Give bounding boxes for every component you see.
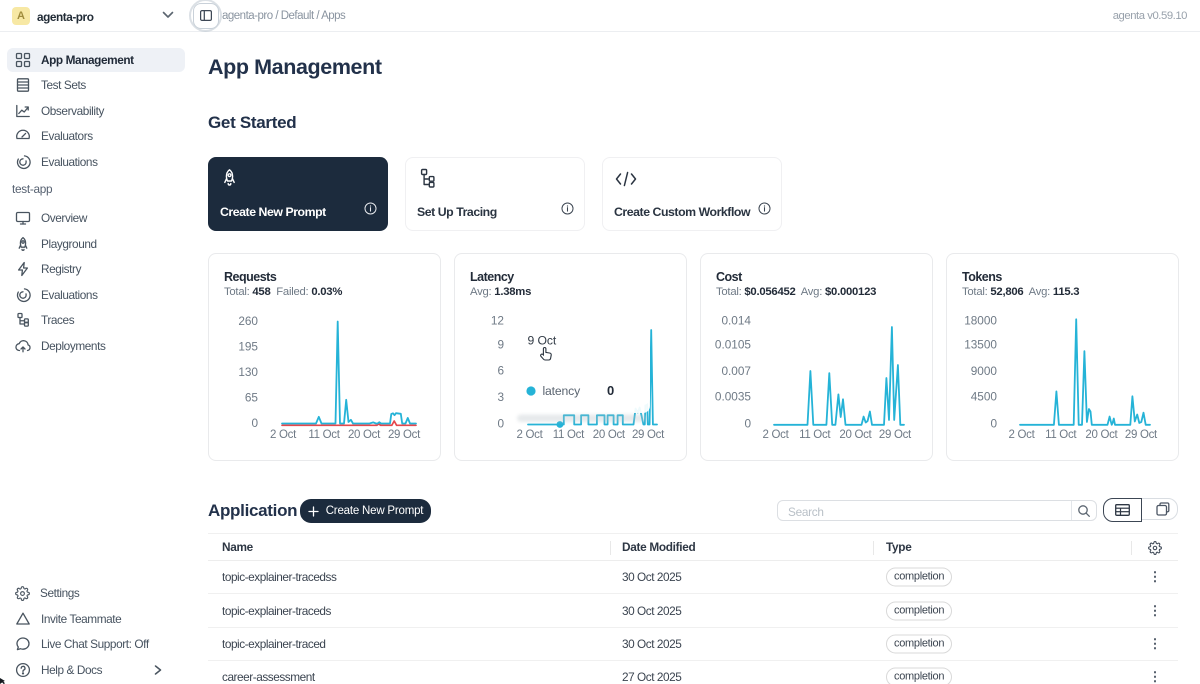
svg-text:0.0105: 0.0105	[715, 337, 752, 351]
svg-text:9 Oct: 9 Oct	[528, 334, 557, 348]
svg-text:20 Oct: 20 Oct	[1085, 429, 1118, 441]
svg-text:2 Oct: 2 Oct	[517, 429, 544, 441]
svg-text:0.007: 0.007	[721, 364, 751, 378]
svg-text:12: 12	[491, 313, 504, 327]
svg-text:29 Oct: 29 Oct	[879, 429, 912, 441]
svg-text:260: 260	[238, 314, 258, 328]
svg-text:11 Oct: 11 Oct	[799, 429, 831, 441]
svg-text:18000: 18000	[964, 313, 997, 327]
svg-text:latency: latency	[543, 384, 582, 398]
svg-text:0: 0	[497, 417, 504, 431]
svg-text:29 Oct: 29 Oct	[388, 429, 421, 441]
svg-text:0.0035: 0.0035	[715, 389, 752, 403]
svg-text:3: 3	[497, 390, 504, 404]
svg-text:0: 0	[607, 383, 614, 398]
svg-text:13500: 13500	[964, 337, 997, 351]
svg-text:20 Oct: 20 Oct	[593, 429, 626, 441]
svg-text:20 Oct: 20 Oct	[348, 429, 381, 441]
svg-text:2 Oct: 2 Oct	[270, 429, 297, 441]
svg-text:130: 130	[238, 365, 258, 379]
svg-text:65: 65	[245, 391, 259, 405]
svg-text:0: 0	[990, 416, 997, 430]
svg-text:195: 195	[238, 340, 258, 354]
svg-text:4500: 4500	[971, 389, 998, 403]
svg-text:2 Oct: 2 Oct	[1009, 429, 1036, 441]
svg-text:29 Oct: 29 Oct	[1125, 429, 1158, 441]
svg-text:11 Oct: 11 Oct	[1045, 429, 1077, 441]
svg-text:9000: 9000	[971, 364, 998, 378]
svg-text:0: 0	[251, 416, 258, 430]
svg-text:6: 6	[497, 364, 504, 378]
svg-text:20 Oct: 20 Oct	[839, 429, 872, 441]
svg-text:2 Oct: 2 Oct	[763, 429, 790, 441]
svg-text:0: 0	[744, 416, 751, 430]
svg-text:11 Oct: 11 Oct	[553, 429, 585, 441]
svg-text:9: 9	[497, 338, 504, 352]
svg-text:29 Oct: 29 Oct	[632, 429, 665, 441]
svg-text:0.014: 0.014	[721, 313, 751, 327]
svg-text:11 Oct: 11 Oct	[308, 429, 340, 441]
